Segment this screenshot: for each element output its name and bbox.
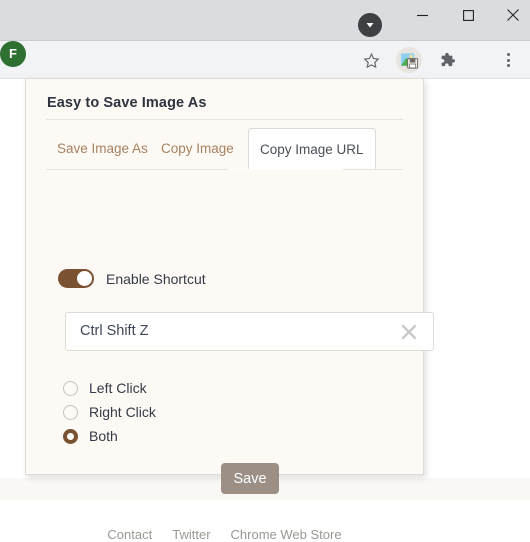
radio-left-click[interactable]: Left Click — [63, 376, 156, 400]
enable-shortcut-row: Enable Shortcut — [58, 269, 206, 288]
extension-popup: Easy to Save Image As Save Image As Copy… — [25, 78, 434, 542]
footer-link-twitter[interactable]: Twitter — [172, 527, 210, 542]
dot — [506, 52, 510, 56]
radio-both[interactable]: Both — [63, 424, 156, 448]
click-option-group: Left Click Right Click Both — [63, 376, 156, 448]
window-title-bar — [0, 0, 530, 41]
three-dots-vertical-icon[interactable] — [498, 47, 518, 73]
browser-toolbar: F — [0, 41, 530, 79]
shortcut-input[interactable]: Ctrl Shift Z — [80, 313, 148, 350]
radio-right-click[interactable]: Right Click — [63, 400, 156, 424]
save-button[interactable]: Save — [221, 463, 279, 494]
star-icon[interactable] — [358, 47, 384, 73]
title-divider — [46, 119, 403, 120]
close-x-icon[interactable] — [399, 322, 419, 342]
puzzle-piece-icon[interactable] — [434, 47, 460, 73]
dot — [506, 64, 510, 68]
active-tab-underline-gap — [228, 169, 343, 170]
shortcut-input-wrapper[interactable]: Ctrl Shift Z — [65, 312, 434, 351]
tab-save-image-as[interactable]: Save Image As — [46, 128, 159, 169]
maximize-button[interactable] — [445, 0, 491, 30]
enable-shortcut-label: Enable Shortcut — [106, 270, 206, 287]
radio-indicator — [63, 380, 78, 396]
dot — [506, 58, 510, 62]
footer-link-chrome-web-store[interactable]: Chrome Web Store — [231, 527, 342, 542]
save-image-extension-icon[interactable] — [396, 47, 422, 73]
profile-avatar[interactable]: F — [0, 41, 26, 67]
radio-label: Left Click — [89, 380, 147, 396]
browser-window: F Easy to Save Image As Save Image As Co… — [0, 0, 530, 542]
enable-shortcut-toggle[interactable] — [58, 269, 94, 288]
tab-bar: Save Image As Copy Image Copy Image URL — [46, 128, 403, 170]
menu-dots — [506, 52, 510, 69]
radio-indicator-selected — [63, 428, 78, 444]
close-button[interactable] — [490, 0, 530, 30]
tab-bar-underline — [46, 169, 403, 170]
tab-copy-image-url[interactable]: Copy Image URL — [248, 128, 376, 170]
chevron-down-circle-icon[interactable] — [358, 13, 382, 37]
page-title: Easy to Save Image As — [47, 95, 207, 111]
footer-link-contact[interactable]: Contact — [107, 527, 152, 542]
minimize-button[interactable] — [399, 0, 445, 30]
radio-label: Both — [89, 428, 118, 444]
radio-label: Right Click — [89, 404, 156, 420]
radio-indicator — [63, 404, 78, 420]
tab-copy-image[interactable]: Copy Image — [150, 128, 245, 169]
toggle-knob — [77, 271, 92, 286]
popup-footer: Contact Twitter Chrome Web Store — [26, 527, 423, 542]
